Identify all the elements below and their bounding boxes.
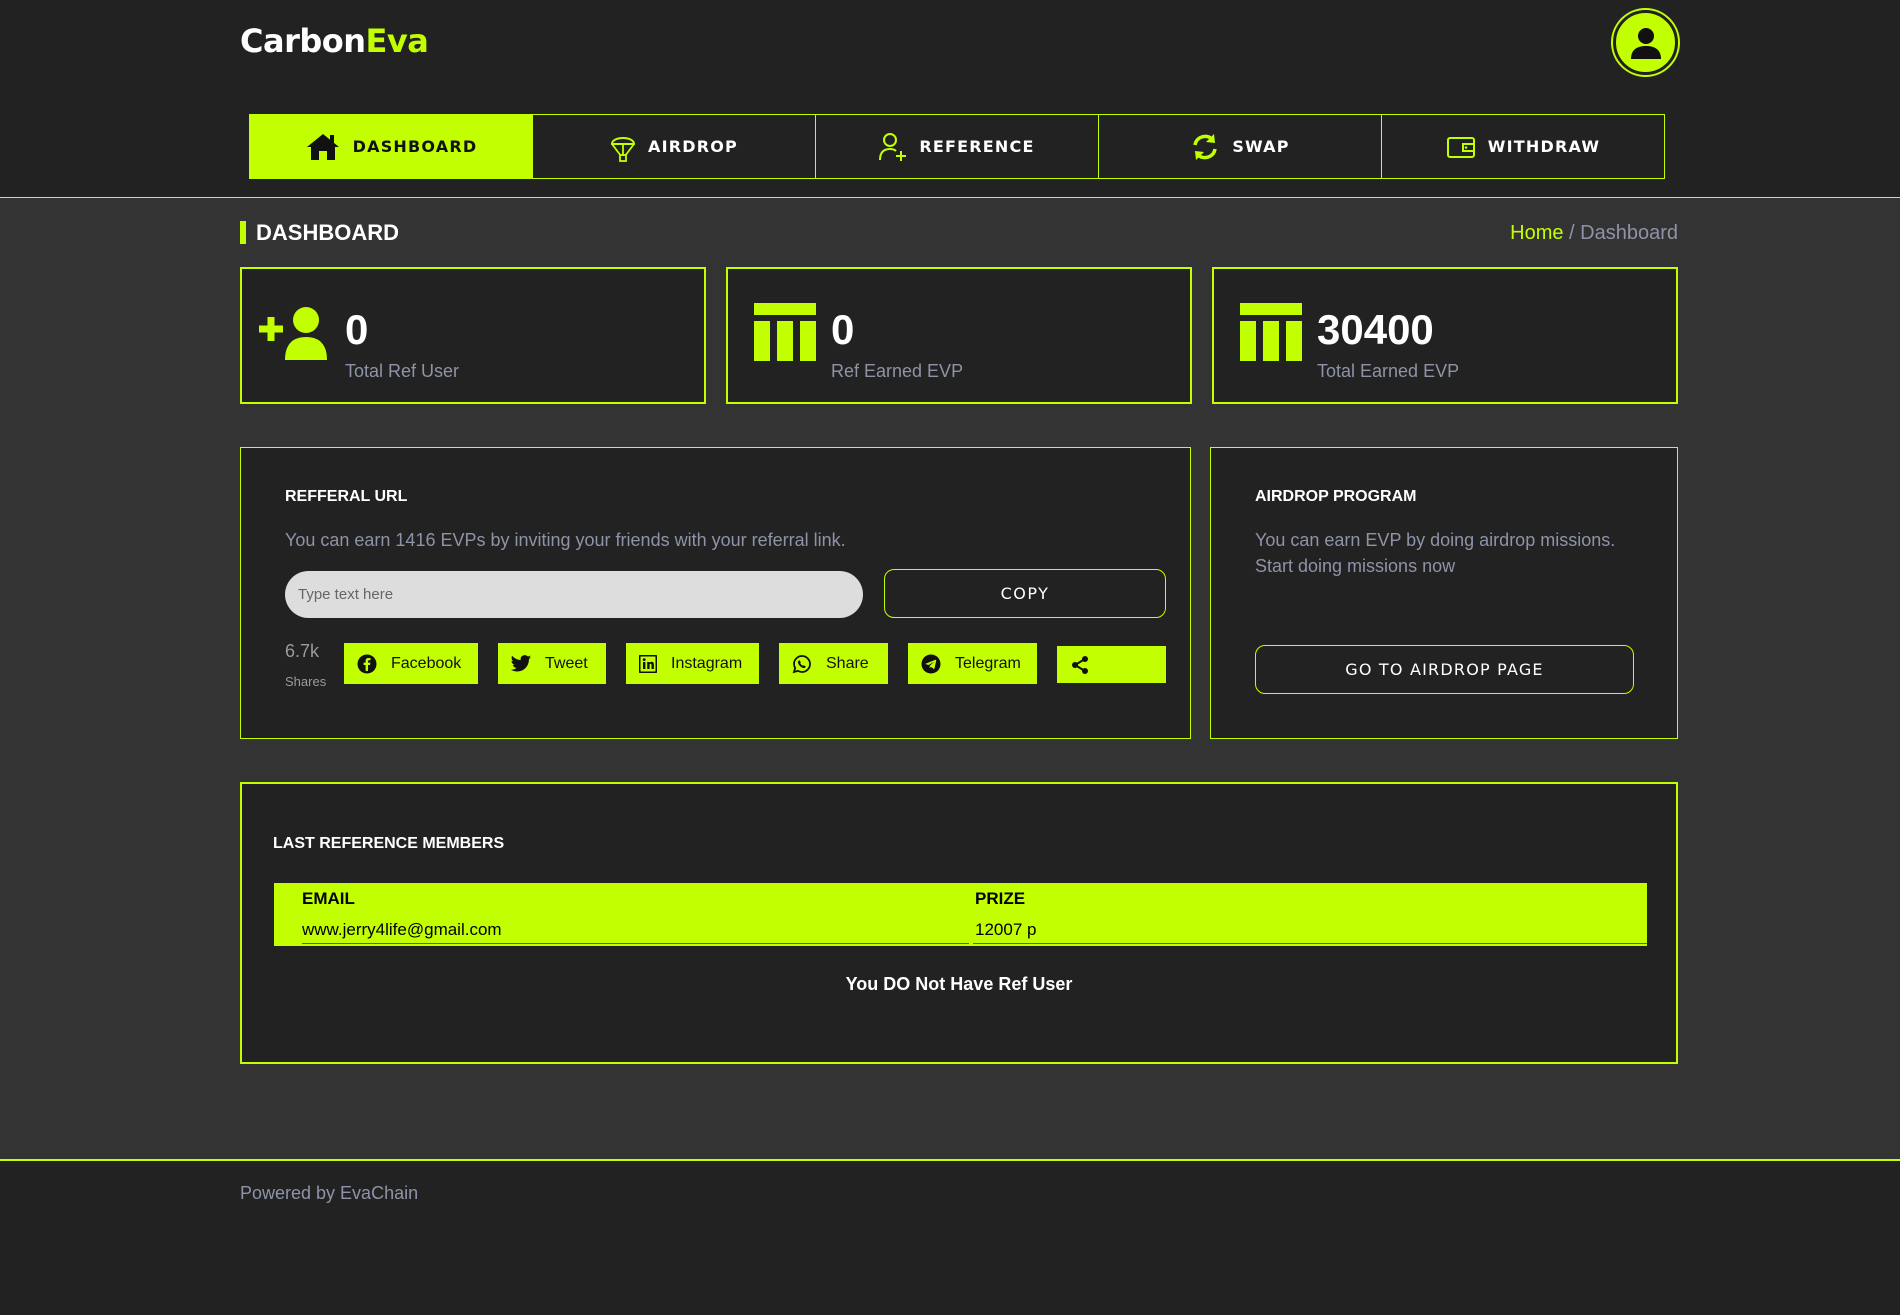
share-whatsapp-label: Share [826, 654, 869, 672]
share-facebook-button[interactable]: Facebook [344, 643, 478, 684]
footer: Powered by EvaChain [0, 1159, 1900, 1315]
brand-name-part2: Eva [365, 22, 429, 60]
nav-withdraw-label: WITHDRAW [1487, 137, 1601, 156]
stat-card-total-ref-user: 0 Total Ref User [240, 267, 706, 404]
share-icon [1072, 655, 1088, 674]
home-icon [306, 133, 339, 160]
members-table: EMAIL PRIZE www.jerry4life@gmail.com 120… [274, 883, 1647, 946]
user-plus-icon [259, 307, 327, 360]
copy-button[interactable]: COPY [884, 569, 1166, 618]
stat-card-ref-earned-evp: 0 Ref Earned EVP [726, 267, 1192, 404]
share-more-button[interactable] [1057, 646, 1166, 683]
stat-value: 30400 [1317, 306, 1434, 353]
no-ref-user-note: You DO Not Have Ref User [845, 974, 1073, 994]
stat-value: 0 [831, 306, 855, 353]
shares-label: Shares [285, 674, 327, 689]
stat-label: Total Ref User [345, 361, 460, 381]
share-instagram-label: Instagram [671, 654, 743, 672]
brand-logo[interactable]: CarbonEva [240, 22, 429, 60]
last-reference-members-card: LAST REFERENCE MEMBERS EMAIL PRIZE www.j… [240, 782, 1678, 1064]
twitter-icon [511, 654, 531, 671]
members-card-title: LAST REFERENCE MEMBERS [273, 835, 505, 852]
share-telegram-button[interactable]: Telegram [908, 643, 1037, 684]
airdrop-program-card: AIRDROP PROGRAM You can earn EVP by doin… [1210, 447, 1678, 739]
row-prize: 12007 p [975, 920, 1037, 939]
telegram-icon [921, 654, 941, 673]
airdrop-description-line2: Start doing missions now [1255, 556, 1456, 576]
stat-label: Ref Earned EVP [831, 361, 964, 381]
referral-url-card: REFFERAL URL You can earn 1416 EVPs by i… [240, 447, 1191, 739]
nav-airdrop[interactable]: AIRDROP [532, 114, 816, 179]
stat-card-total-earned-evp: 30400 Total Earned EVP [1212, 267, 1678, 404]
go-to-airdrop-button[interactable]: GO TO AIRDROP PAGE [1255, 645, 1634, 694]
nav-reference[interactable]: REFERENCE [815, 114, 1099, 179]
share-twitter-label: Tweet [545, 654, 588, 672]
stat-label: Total Earned EVP [1317, 361, 1460, 381]
table-icon [1240, 303, 1302, 361]
footer-text: Powered by EvaChain [240, 1183, 419, 1203]
column-header-email: EMAIL [302, 889, 355, 908]
column-header-prize: PRIZE [975, 889, 1026, 908]
row-email: www.jerry4life@gmail.com [302, 920, 502, 939]
share-telegram-label: Telegram [955, 654, 1021, 672]
whatsapp-icon [792, 654, 811, 673]
share-whatsapp-button[interactable]: Share [779, 643, 888, 684]
share-facebook-label: Facebook [391, 654, 462, 672]
row-divider [973, 943, 1647, 944]
parachute-icon [610, 136, 636, 162]
facebook-icon [357, 654, 377, 673]
airdrop-description-line1: You can earn EVP by doing airdrop missio… [1255, 530, 1616, 550]
user-plus-icon [879, 132, 907, 161]
nav-dashboard-label: DASHBOARD [352, 137, 478, 156]
stat-value: 0 [345, 306, 369, 353]
nav-reference-label: REFERENCE [919, 137, 1035, 156]
nav-airdrop-label: AIRDROP [648, 137, 738, 156]
table-icon [754, 303, 816, 361]
breadcrumb-home-link[interactable]: Home [1510, 222, 1563, 244]
user-avatar-button[interactable] [1613, 10, 1678, 75]
top-header: CarbonEva DASHBOARD AIRDROP REFERENCE SW… [0, 0, 1900, 198]
breadcrumb-separator: / [1563, 222, 1581, 244]
main-nav: DASHBOARD AIRDROP REFERENCE SWAP WITHDRA… [249, 114, 1665, 179]
airdrop-card-title: AIRDROP PROGRAM [1255, 488, 1417, 505]
share-twitter-button[interactable]: Tweet [498, 643, 606, 684]
breadcrumb-current: Dashboard [1580, 222, 1678, 244]
nav-swap-label: SWAP [1232, 137, 1290, 156]
linkedin-icon [639, 654, 657, 673]
referral-url-input[interactable] [285, 571, 863, 618]
referral-card-title: REFFERAL URL [285, 488, 408, 505]
nav-dashboard[interactable]: DASHBOARD [249, 114, 533, 179]
share-instagram-button[interactable]: Instagram [626, 643, 759, 684]
wallet-icon [1446, 136, 1475, 158]
brand-name-part1: Carbon [240, 22, 366, 60]
nav-swap[interactable]: SWAP [1098, 114, 1382, 179]
breadcrumb: Home / Dashboard [1510, 221, 1678, 245]
shares-count: 6.7k [285, 641, 320, 661]
referral-description: You can earn 1416 EVPs by inviting your … [285, 530, 846, 550]
user-icon [1630, 27, 1661, 59]
nav-withdraw[interactable]: WITHDRAW [1381, 114, 1665, 179]
row-divider [302, 943, 969, 944]
page-title: DASHBOARD [240, 221, 399, 244]
swap-arrows-icon [1193, 133, 1218, 160]
